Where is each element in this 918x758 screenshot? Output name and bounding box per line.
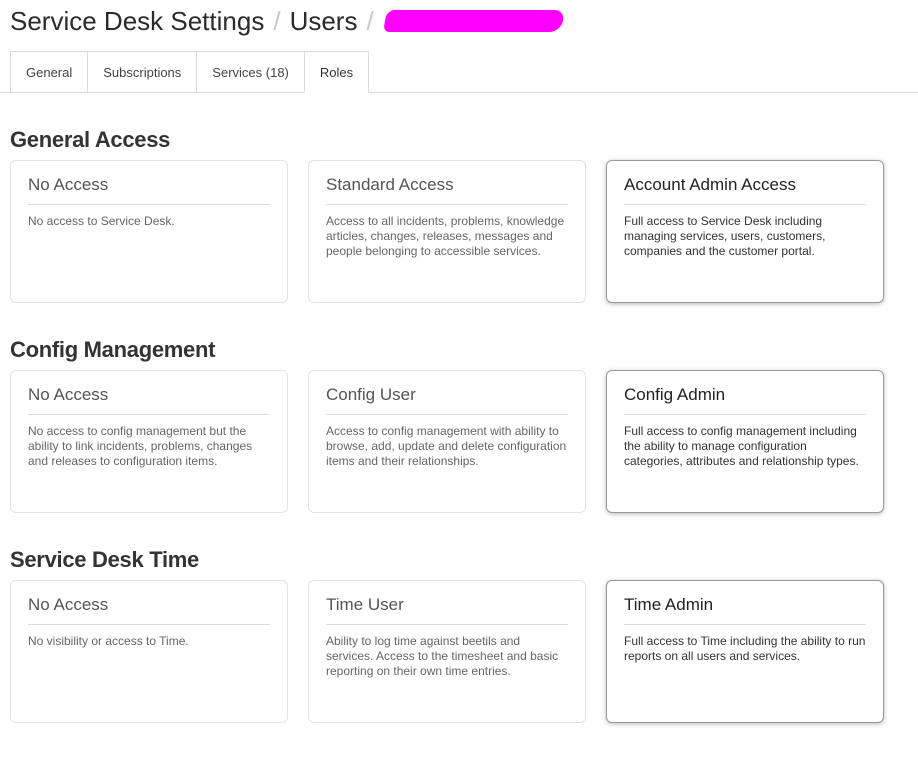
role-card-description: No visibility or access to Time.: [28, 634, 189, 648]
role-card-time-no-access[interactable]: No Access No visibility or access to Tim…: [10, 580, 288, 723]
tab-roles[interactable]: Roles: [303, 51, 370, 93]
role-card-description: Access to all incidents, problems, knowl…: [326, 214, 565, 258]
role-card-title: Standard Access: [326, 175, 568, 205]
section-title-config-management: Config Management: [10, 337, 216, 362]
section-title-service-desk-time: Service Desk Time: [10, 547, 199, 572]
tab-subscriptions[interactable]: Subscriptions: [87, 51, 197, 93]
tab-general[interactable]: General: [10, 51, 88, 93]
role-card-account-admin-access[interactable]: Account Admin Access Full access to Serv…: [606, 160, 884, 303]
role-card-title: Config Admin: [624, 385, 866, 415]
role-card-title: Time User: [326, 595, 568, 625]
section-title-general-access: General Access: [10, 127, 171, 152]
role-card-description: No access to config management but the a…: [28, 424, 253, 468]
role-card-description: Full access to Service Desk including ma…: [624, 214, 826, 258]
tab-bar: General Subscriptions Services (18) Role…: [10, 51, 370, 93]
breadcrumb-separator: /: [273, 5, 281, 36]
breadcrumb-users-link[interactable]: Users: [290, 6, 358, 37]
breadcrumb-root-link[interactable]: Service Desk Settings: [10, 6, 264, 37]
role-card-description: No access to Service Desk.: [28, 214, 175, 228]
role-card-title: Time Admin: [624, 595, 866, 625]
tab-services[interactable]: Services (18): [196, 51, 304, 93]
role-card-title: Account Admin Access: [624, 175, 866, 205]
role-card-title: No Access: [28, 175, 270, 205]
role-card-description: Full access to config management includi…: [624, 424, 859, 468]
redacted-user-name: [382, 10, 565, 32]
role-card-config-user[interactable]: Config User Access to config management …: [308, 370, 586, 513]
role-card-config-no-access[interactable]: No Access No access to config management…: [10, 370, 288, 513]
role-card-description: Full access to Time including the abilit…: [624, 634, 866, 663]
role-card-time-admin[interactable]: Time Admin Full access to Time including…: [606, 580, 884, 723]
role-card-title: No Access: [28, 595, 270, 625]
breadcrumb: Service Desk Settings / Users /: [10, 2, 565, 40]
role-card-no-access[interactable]: No Access No access to Service Desk.: [10, 160, 288, 303]
role-card-title: No Access: [28, 385, 270, 415]
role-card-time-user[interactable]: Time User Ability to log time against be…: [308, 580, 586, 723]
role-card-description: Access to config management with ability…: [326, 424, 567, 468]
breadcrumb-separator: /: [366, 5, 374, 36]
role-card-description: Ability to log time against beetils and …: [326, 634, 559, 678]
role-card-standard-access[interactable]: Standard Access Access to all incidents,…: [308, 160, 586, 303]
role-card-title: Config User: [326, 385, 568, 415]
role-card-config-admin[interactable]: Config Admin Full access to config manag…: [606, 370, 884, 513]
